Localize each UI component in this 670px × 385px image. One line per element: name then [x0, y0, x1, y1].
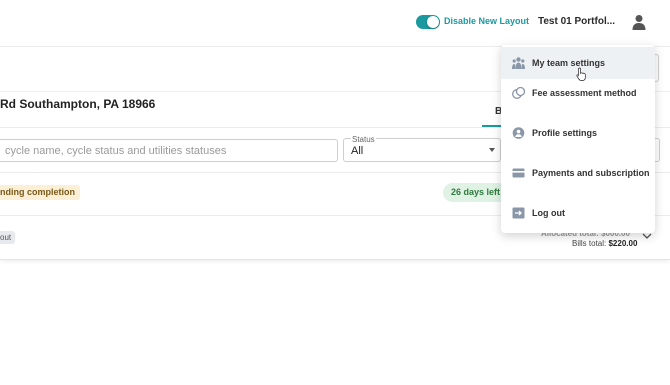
menu-item-label: Payments and subscription	[532, 168, 650, 178]
hidden-button-edge	[655, 54, 659, 82]
menu-item-profile-settings[interactable]: Profile settings	[501, 117, 655, 149]
menu-item-label: Fee assessment method	[532, 88, 637, 98]
layout-toggle[interactable]	[416, 15, 440, 29]
toggle-knob	[427, 16, 439, 28]
top-bar: Disable New Layout Test 01 Portfol...	[0, 0, 670, 44]
search-input[interactable]	[0, 139, 338, 162]
user-icon[interactable]	[632, 14, 646, 30]
caret-down-icon[interactable]	[489, 148, 495, 152]
status-badge: nding completion	[0, 185, 80, 200]
menu-item-log-out[interactable]: Log out	[501, 197, 655, 229]
menu-item-label: Log out	[532, 208, 565, 218]
menu-item-fee-assessment[interactable]: Fee assessment method	[501, 77, 655, 109]
property-address: Rd Southampton, PA 18966	[0, 97, 156, 111]
toggle-label[interactable]: Disable New Layout	[444, 16, 529, 26]
card-icon	[512, 168, 525, 178]
profile-icon	[512, 127, 525, 139]
menu-item-label: Profile settings	[532, 128, 598, 138]
logout-icon	[512, 207, 525, 219]
team-icon	[512, 57, 525, 69]
hand-cursor-icon	[576, 67, 586, 81]
coins-icon	[512, 87, 525, 99]
menu-item-label: My team settings	[532, 58, 606, 68]
bills-total: Bills total: $220.00	[572, 239, 637, 248]
menu-item-payments[interactable]: Payments and subscription	[501, 157, 655, 189]
status-select-value[interactable]: All	[351, 145, 363, 157]
portfolio-selector[interactable]: Test 01 Portfol...	[538, 16, 615, 27]
bills-total-value: $220.00	[608, 239, 638, 248]
status-select-label: Status	[351, 135, 376, 144]
days-left-badge: 26 days left	[443, 183, 509, 202]
chevron-down-icon[interactable]	[642, 233, 652, 239]
status-badge: out	[0, 231, 16, 244]
bills-total-label: Bills total:	[572, 239, 607, 248]
